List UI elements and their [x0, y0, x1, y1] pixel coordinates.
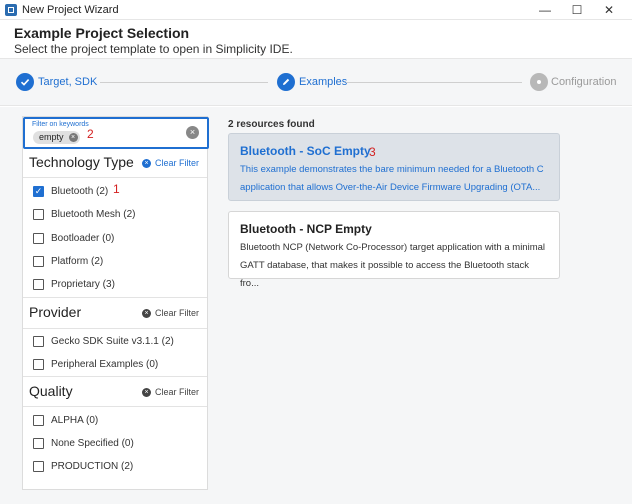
results-count: 2 resources found [228, 119, 315, 130]
checkbox[interactable] [33, 460, 44, 472]
result-card-soc-empty[interactable]: Bluetooth - SoC Empty This example demon… [228, 133, 560, 201]
section-title-quality: Quality [29, 383, 73, 399]
section-title-provider: Provider [29, 304, 82, 320]
check-icon [16, 73, 34, 91]
annotation-2: 2 [87, 127, 94, 141]
filter-option-label: ALPHA (0) [51, 414, 99, 426]
divider [23, 328, 207, 329]
divider [23, 406, 207, 407]
filter-option-none-specified[interactable]: None Specified (0) [33, 436, 134, 450]
wizard-stepper: Target, SDK Examples Configuration [0, 58, 632, 106]
card-title: Bluetooth - NCP Empty [240, 222, 372, 236]
page-header: Example Project Selection Select the pro… [0, 20, 632, 58]
filter-label: Filter on keywords [32, 121, 89, 128]
window-title: New Project Wizard [22, 4, 119, 16]
filter-option-label: Bootloader (0) [51, 232, 115, 244]
page-subtitle: Select the project template to open in S… [14, 42, 293, 56]
checkbox[interactable] [33, 278, 44, 290]
filter-option-label: Bluetooth (2) [51, 185, 109, 197]
clear-filter-quality[interactable]: × Clear Filter [141, 387, 199, 397]
divider [23, 177, 207, 178]
step-connector [346, 82, 522, 83]
filter-option-bluetooth[interactable]: ✓ Bluetooth (2) [33, 184, 108, 198]
filter-option-label: Platform (2) [51, 255, 104, 267]
step-examples[interactable]: Examples [299, 76, 347, 88]
checkbox[interactable] [33, 335, 44, 347]
filter-option-alpha[interactable]: ALPHA (0) [33, 413, 98, 427]
clear-icon: × [141, 387, 151, 397]
clear-icon: × [141, 308, 151, 318]
filter-option-bluetooth-mesh[interactable]: Bluetooth Mesh (2) [33, 207, 136, 221]
keyword-filter-input[interactable]: Filter on keywords empty × × [23, 117, 209, 149]
clear-search-icon[interactable]: × [186, 126, 199, 139]
clear-filter-label: Clear Filter [154, 308, 199, 318]
clear-icon: × [141, 158, 151, 168]
filter-option-proprietary[interactable]: Proprietary (3) [33, 277, 115, 291]
divider [23, 376, 207, 377]
filter-panel: Filter on keywords empty × × 2 Technolog… [22, 116, 209, 490]
filter-option-label: Proprietary (3) [51, 278, 115, 290]
card-description-line: GATT database, that makes it possible to… [240, 260, 530, 289]
checkbox[interactable] [33, 437, 44, 449]
checkbox[interactable] [33, 232, 44, 244]
card-description: This example demonstrates the bare minim… [240, 161, 550, 197]
checkbox[interactable] [33, 208, 44, 220]
annotation-1: 1 [113, 182, 120, 196]
keyword-chip-label: empty [39, 132, 64, 142]
minimize-button[interactable]: — [530, 0, 560, 20]
filter-option-label: Peripheral Examples (0) [51, 358, 159, 370]
keyword-chip[interactable]: empty × [33, 131, 80, 144]
filter-option-gecko-sdk[interactable]: Gecko SDK Suite v3.1.1 (2) [33, 334, 174, 348]
divider [23, 297, 207, 298]
app-icon [5, 4, 17, 16]
result-card-ncp-empty[interactable]: Bluetooth - NCP Empty Bluetooth NCP (Net… [228, 211, 560, 289]
step-connector [100, 82, 268, 83]
remove-chip-icon[interactable]: × [68, 133, 78, 142]
close-button[interactable]: ✕ [594, 0, 624, 20]
checkbox[interactable] [33, 358, 44, 370]
maximize-button[interactable]: ☐ [562, 0, 592, 20]
filter-option-label: None Specified (0) [51, 437, 134, 449]
filter-option-label: Gecko SDK Suite v3.1.1 (2) [51, 335, 174, 347]
clear-filter-technology[interactable]: × Clear Filter [141, 158, 199, 168]
filter-option-production[interactable]: PRODUCTION (2) [33, 459, 133, 473]
pencil-icon [277, 73, 295, 91]
filter-option-label: Bluetooth Mesh (2) [51, 208, 136, 220]
clear-filter-label: Clear Filter [154, 387, 199, 397]
card-title: Bluetooth - SoC Empty [240, 144, 371, 158]
clear-filter-label: Clear Filter [154, 158, 199, 168]
card-description: Bluetooth NCP (Network Co-Processor) tar… [240, 239, 550, 293]
card-description-line: application that allows Over-the-Air Dev… [240, 182, 541, 193]
checkbox[interactable] [33, 414, 44, 426]
filter-option-platform[interactable]: Platform (2) [33, 254, 103, 268]
checkbox[interactable] [33, 255, 44, 267]
step-target-sdk[interactable]: Target, SDK [38, 76, 97, 88]
step-configuration[interactable]: Configuration [551, 76, 616, 88]
checkbox-checked[interactable]: ✓ [33, 185, 44, 197]
card-description-line: This example demonstrates the bare minim… [240, 164, 544, 175]
page-title: Example Project Selection [14, 25, 190, 41]
section-title-technology-type: Technology Type [29, 154, 134, 170]
filter-option-bootloader[interactable]: Bootloader (0) [33, 231, 114, 245]
title-bar: New Project Wizard — ☐ ✕ [0, 0, 632, 20]
filter-option-peripheral-examples[interactable]: Peripheral Examples (0) [33, 357, 158, 371]
clear-filter-provider[interactable]: × Clear Filter [141, 308, 199, 318]
card-description-line: Bluetooth NCP (Network Co-Processor) tar… [240, 242, 546, 253]
filter-option-label: PRODUCTION (2) [51, 460, 134, 472]
main-content: Filter on keywords empty × × 2 Technolog… [0, 107, 632, 504]
annotation-3: 3 [369, 145, 376, 159]
dot-icon [530, 73, 548, 91]
